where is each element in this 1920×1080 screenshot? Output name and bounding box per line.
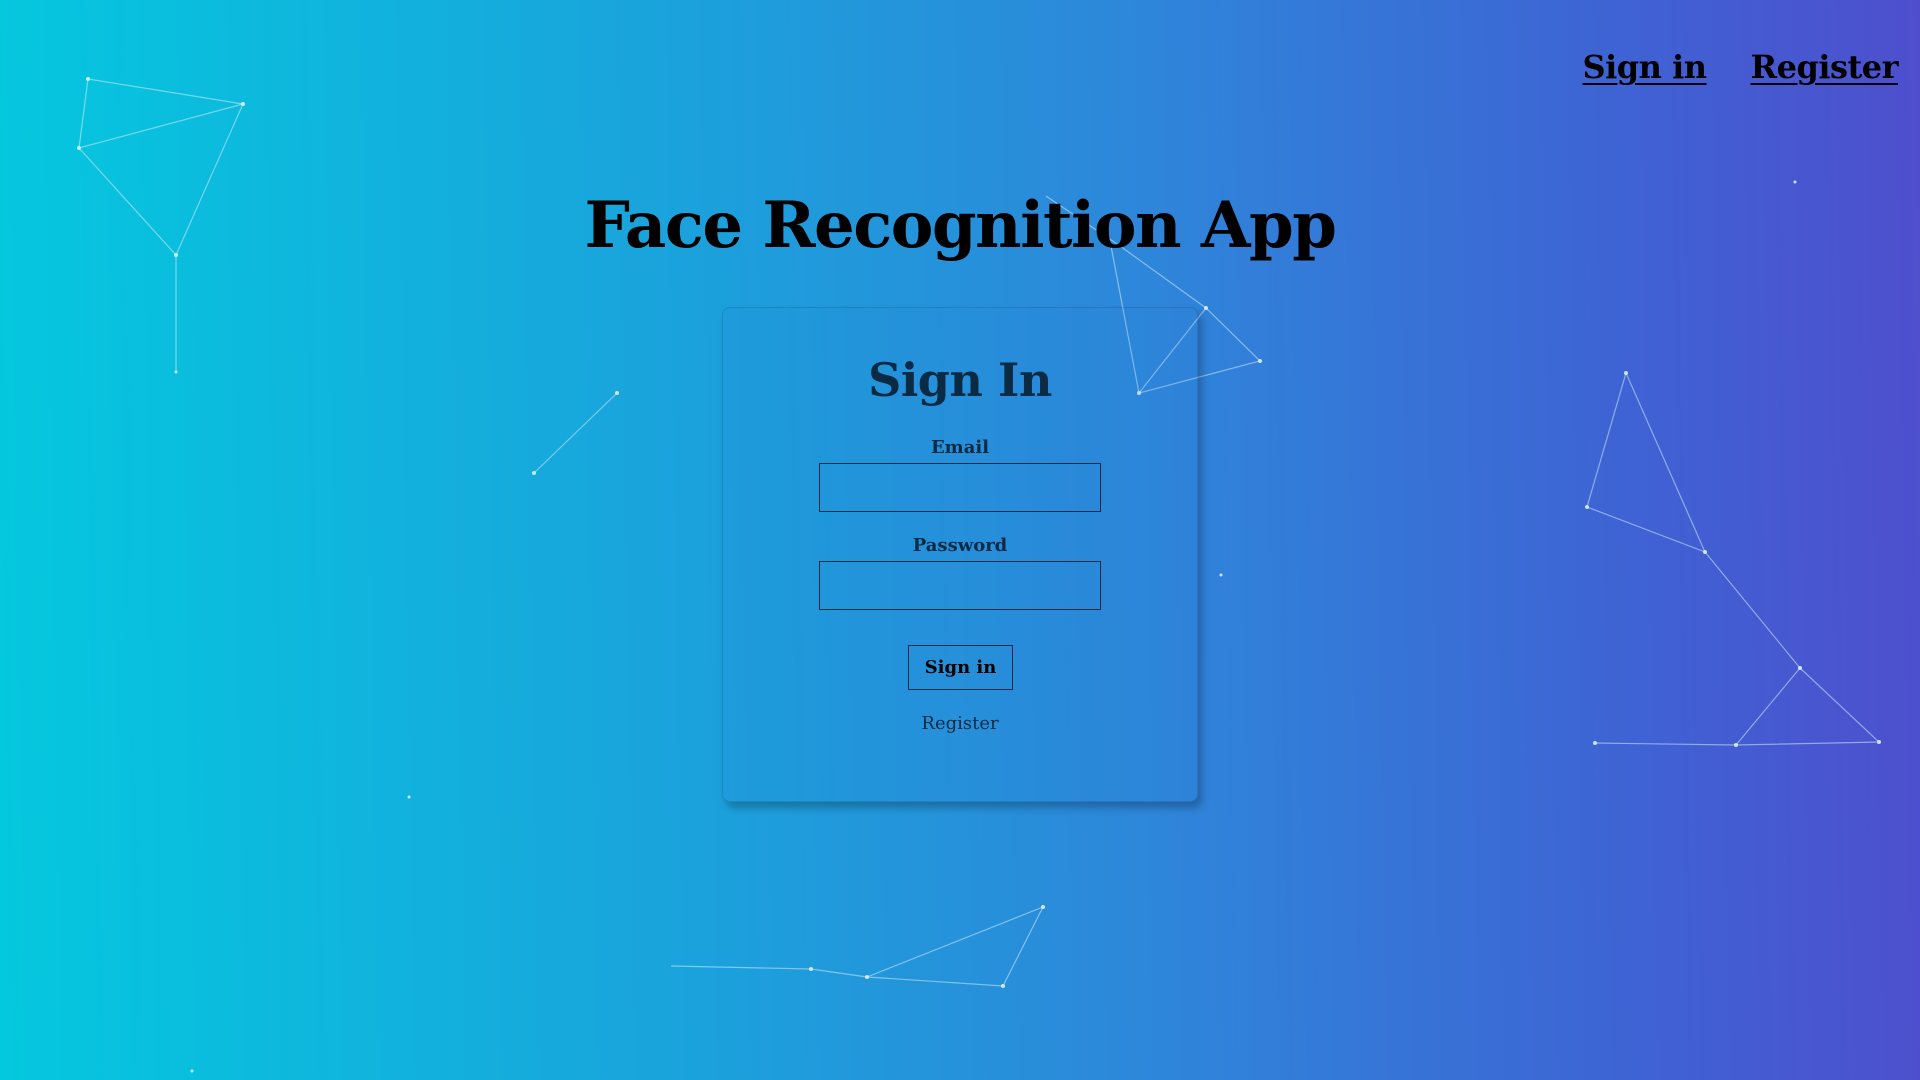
email-label: Email — [930, 437, 990, 458]
password-field[interactable] — [819, 561, 1101, 610]
signin-button[interactable]: Sign in — [908, 645, 1013, 690]
nav-signin-link[interactable]: Sign in — [1583, 48, 1707, 86]
app-title: Face Recognition App — [584, 188, 1337, 263]
email-field[interactable] — [819, 463, 1101, 512]
nav-register-link[interactable]: Register — [1751, 48, 1899, 86]
password-label: Password — [912, 535, 1008, 556]
signin-card: Sign In Email Password Sign in Register — [722, 307, 1198, 802]
signin-heading: Sign In — [868, 353, 1052, 407]
top-nav: Sign in Register — [1583, 48, 1899, 86]
register-link[interactable]: Register — [723, 712, 1197, 736]
